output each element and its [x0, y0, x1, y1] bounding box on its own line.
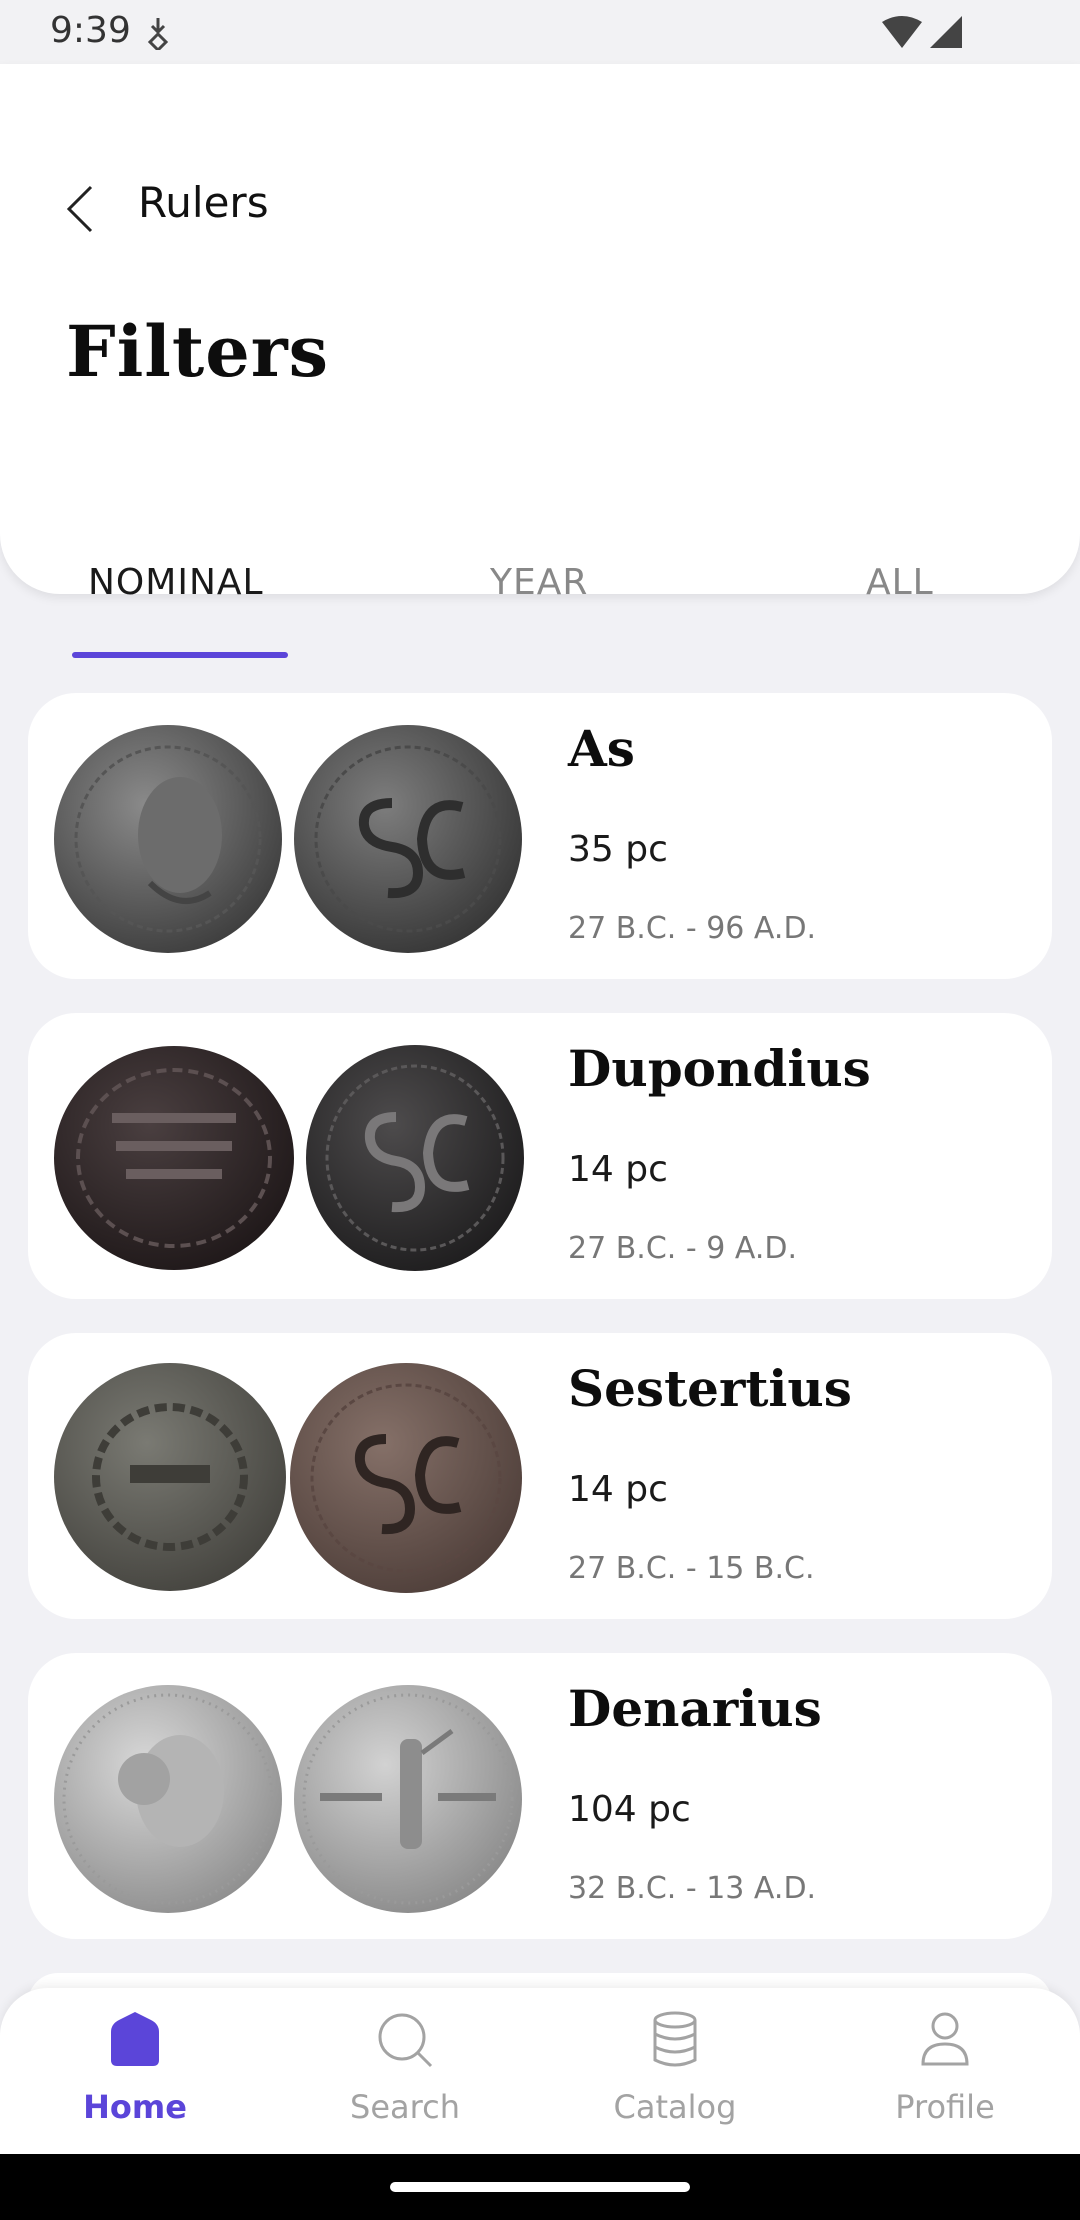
home-gesture-handle[interactable]: [390, 2182, 690, 2192]
tab-year[interactable]: YEAR: [490, 562, 588, 603]
status-bar: 9:39: [0, 0, 1080, 64]
coin-reverse-image: [306, 1045, 524, 1271]
coin-count: 35 pc: [568, 829, 668, 870]
tab-nominal[interactable]: NOMINAL: [88, 562, 264, 603]
nav-home[interactable]: Home: [0, 1988, 270, 2154]
coin-name: Denarius: [568, 1679, 822, 1738]
coin-years: 27 B.C. - 96 A.D.: [568, 911, 817, 946]
header-panel: Rulers Filters NOMINAL YEAR ALL: [0, 64, 1080, 658]
coin-name: Sestertius: [568, 1359, 852, 1418]
coin-card-sestertius[interactable]: Sestertius 14 pc 27 B.C. - 15 B.C.: [28, 1333, 1052, 1619]
coin-reverse-image: [290, 1363, 522, 1593]
system-gesture-bar: [0, 2154, 1080, 2220]
coin-years: 32 B.C. - 13 A.D.: [568, 1871, 817, 1906]
coin-obverse-image: [54, 1685, 282, 1913]
coin-years: 27 B.C. - 15 B.C.: [568, 1551, 815, 1586]
coin-name: As: [568, 719, 635, 778]
search-icon: [378, 2013, 433, 2068]
signal-icon: [930, 16, 962, 48]
nav-profile[interactable]: Profile: [810, 1988, 1080, 2154]
coin-obverse-image: [54, 1046, 294, 1270]
nav-catalog[interactable]: Catalog: [540, 1988, 810, 2154]
wifi-icon: [882, 16, 922, 48]
home-icon: [111, 2012, 159, 2066]
coin-card-as[interactable]: As 35 pc 27 B.C. - 96 A.D.: [28, 693, 1052, 979]
coin-count: 104 pc: [568, 1789, 691, 1830]
nav-search-label: Search: [350, 2088, 460, 2126]
coin-reverse-image: [294, 725, 522, 953]
page-title: Filters: [66, 310, 330, 393]
chevron-left-icon: [66, 185, 93, 233]
nav-home-label: Home: [83, 2088, 187, 2126]
coin-count: 14 pc: [568, 1469, 668, 1510]
bottom-navigation: Home Search Catalog Profile: [0, 1988, 1080, 2154]
database-icon: [653, 2011, 697, 2067]
status-time: 9:39: [50, 10, 131, 51]
nav-catalog-label: Catalog: [613, 2088, 737, 2126]
coin-card-dupondius[interactable]: Dupondius 14 pc 27 B.C. - 9 A.D.: [28, 1013, 1052, 1299]
coin-name: Dupondius: [568, 1039, 871, 1098]
back-button[interactable]: [56, 174, 104, 244]
tab-all[interactable]: ALL: [866, 562, 934, 603]
coin-card-denarius[interactable]: Denarius 104 pc 32 B.C. - 13 A.D.: [28, 1653, 1052, 1939]
nav-profile-label: Profile: [895, 2088, 995, 2126]
back-label[interactable]: Rulers: [138, 178, 269, 227]
coin-years: 27 B.C. - 9 A.D.: [568, 1231, 797, 1266]
coin-reverse-image: [294, 1685, 522, 1913]
filter-tabs: NOMINAL YEAR ALL: [0, 532, 1080, 658]
coin-obverse-image: [54, 725, 282, 953]
coin-count: 14 pc: [568, 1149, 668, 1190]
coin-obverse-image: [54, 1363, 286, 1591]
active-tab-indicator: [72, 652, 288, 658]
nav-search[interactable]: Search: [270, 1988, 540, 2154]
download-icon: [147, 18, 169, 50]
person-icon: [921, 2012, 969, 2066]
